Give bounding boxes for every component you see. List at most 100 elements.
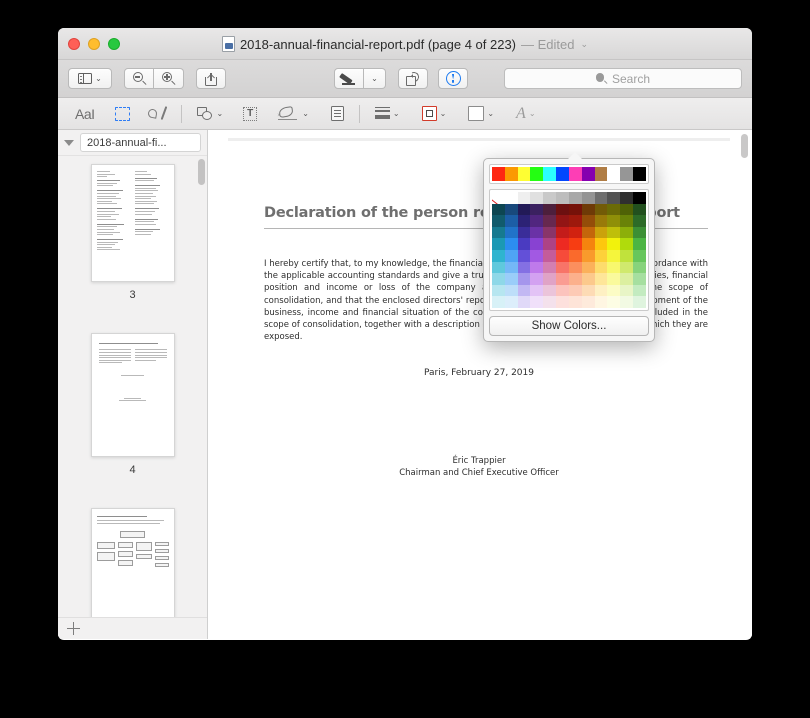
color-swatch-6-8[interactable] [595, 273, 608, 285]
color-swatch-8-0[interactable] [492, 296, 505, 308]
shapes-tool-button[interactable]: ⌄ [192, 102, 229, 126]
color-swatch-1-1[interactable] [505, 215, 518, 227]
zoom-out-button[interactable] [124, 68, 154, 89]
color-swatch-7-0[interactable] [492, 285, 505, 297]
color-swatch-5-2[interactable] [518, 262, 531, 274]
gray-swatch-10[interactable] [620, 192, 633, 204]
color-swatch-2-6[interactable] [569, 227, 582, 239]
color-swatch-1-8[interactable] [595, 215, 608, 227]
gray-swatch-6[interactable] [569, 192, 582, 204]
color-swatch-7-4[interactable] [543, 285, 556, 297]
color-swatch-5-8[interactable] [595, 262, 608, 274]
color-swatch-4-2[interactable] [518, 250, 531, 262]
color-swatch-3-4[interactable] [543, 238, 556, 250]
basic-color-swatch-3[interactable] [530, 167, 543, 181]
color-swatch-4-8[interactable] [595, 250, 608, 262]
color-swatch-0-6[interactable] [569, 204, 582, 216]
color-swatch-4-3[interactable] [530, 250, 543, 262]
color-swatch-0-3[interactable] [530, 204, 543, 216]
color-swatch-6-3[interactable] [530, 273, 543, 285]
share-button[interactable] [196, 68, 226, 89]
color-swatch-3-1[interactable] [505, 238, 518, 250]
color-swatch-7-10[interactable] [620, 285, 633, 297]
color-swatch-6-5[interactable] [556, 273, 569, 285]
color-swatch-0-8[interactable] [595, 204, 608, 216]
color-swatch-3-5[interactable] [556, 238, 569, 250]
color-swatch-5-4[interactable] [543, 262, 556, 274]
gray-swatch-3[interactable] [530, 192, 543, 204]
color-swatch-4-5[interactable] [556, 250, 569, 262]
thumbnail-page-image[interactable] [91, 164, 175, 282]
color-swatch-7-9[interactable] [607, 285, 620, 297]
color-swatch-4-1[interactable] [505, 250, 518, 262]
zoom-in-button[interactable] [154, 68, 184, 89]
basic-color-swatch-5[interactable] [556, 167, 569, 181]
gray-swatch-9[interactable] [607, 192, 620, 204]
sidebar-toggle-button[interactable]: ⌄ [68, 68, 112, 89]
color-swatch-7-6[interactable] [569, 285, 582, 297]
color-swatch-4-0[interactable] [492, 250, 505, 262]
color-swatch-4-7[interactable] [582, 250, 595, 262]
color-swatch-8-8[interactable] [595, 296, 608, 308]
gray-swatch-11[interactable] [633, 192, 646, 204]
basic-color-swatch-9[interactable] [607, 167, 620, 181]
color-swatch-8-6[interactable] [569, 296, 582, 308]
color-swatch-7-11[interactable] [633, 285, 646, 297]
no-color-swatch[interactable] [492, 192, 505, 204]
color-swatch-3-9[interactable] [607, 238, 620, 250]
color-swatch-4-10[interactable] [620, 250, 633, 262]
color-swatch-5-1[interactable] [505, 262, 518, 274]
list-item[interactable]: 4 [58, 333, 207, 476]
document-scrollbar[interactable] [740, 134, 748, 635]
color-swatch-2-10[interactable] [620, 227, 633, 239]
color-swatch-8-7[interactable] [582, 296, 595, 308]
color-swatch-0-5[interactable] [556, 204, 569, 216]
color-swatch-8-3[interactable] [530, 296, 543, 308]
basic-color-swatch-0[interactable] [492, 167, 505, 181]
color-swatch-8-4[interactable] [543, 296, 556, 308]
basic-color-swatch-6[interactable] [569, 167, 582, 181]
list-item[interactable]: 5 [58, 508, 207, 617]
color-swatch-5-3[interactable] [530, 262, 543, 274]
basic-color-swatch-11[interactable] [633, 167, 646, 181]
gray-swatch-4[interactable] [543, 192, 556, 204]
color-swatch-2-3[interactable] [530, 227, 543, 239]
color-swatch-2-5[interactable] [556, 227, 569, 239]
color-swatch-1-9[interactable] [607, 215, 620, 227]
border-color-tool-button[interactable]: ⌄ [417, 102, 452, 126]
color-swatch-6-6[interactable] [569, 273, 582, 285]
gray-swatch-1[interactable] [505, 192, 518, 204]
color-swatch-2-0[interactable] [492, 227, 505, 239]
basic-color-swatch-8[interactable] [595, 167, 608, 181]
highlight-menu-button[interactable]: ⌄ [364, 68, 386, 89]
instant-alpha-tool-button[interactable] [143, 102, 171, 126]
gray-swatch-8[interactable] [595, 192, 608, 204]
rectangular-selection-tool-button[interactable] [110, 102, 135, 126]
color-swatch-7-5[interactable] [556, 285, 569, 297]
color-swatch-0-4[interactable] [543, 204, 556, 216]
color-swatch-6-0[interactable] [492, 273, 505, 285]
color-swatch-1-7[interactable] [582, 215, 595, 227]
disclosure-triangle-icon[interactable] [64, 140, 74, 146]
color-swatch-0-1[interactable] [505, 204, 518, 216]
color-swatch-3-8[interactable] [595, 238, 608, 250]
color-swatch-2-8[interactable] [595, 227, 608, 239]
signature-tool-button[interactable]: × ⌄ [272, 102, 314, 126]
color-swatch-5-0[interactable] [492, 262, 505, 274]
list-item[interactable]: 3 [58, 164, 207, 301]
color-swatch-6-9[interactable] [607, 273, 620, 285]
color-swatch-1-6[interactable] [569, 215, 582, 227]
color-swatch-2-11[interactable] [633, 227, 646, 239]
color-swatch-1-10[interactable] [620, 215, 633, 227]
color-swatch-4-6[interactable] [569, 250, 582, 262]
color-swatch-5-11[interactable] [633, 262, 646, 274]
color-swatch-3-10[interactable] [620, 238, 633, 250]
show-colors-button[interactable]: Show Colors... [489, 316, 649, 336]
color-swatch-5-10[interactable] [620, 262, 633, 274]
add-page-button[interactable] [58, 617, 207, 639]
rotate-left-button[interactable] [398, 68, 428, 89]
color-swatch-7-2[interactable] [518, 285, 531, 297]
gray-swatch-5[interactable] [556, 192, 569, 204]
color-swatch-5-6[interactable] [569, 262, 582, 274]
thumbnail-page-image[interactable] [91, 508, 175, 617]
